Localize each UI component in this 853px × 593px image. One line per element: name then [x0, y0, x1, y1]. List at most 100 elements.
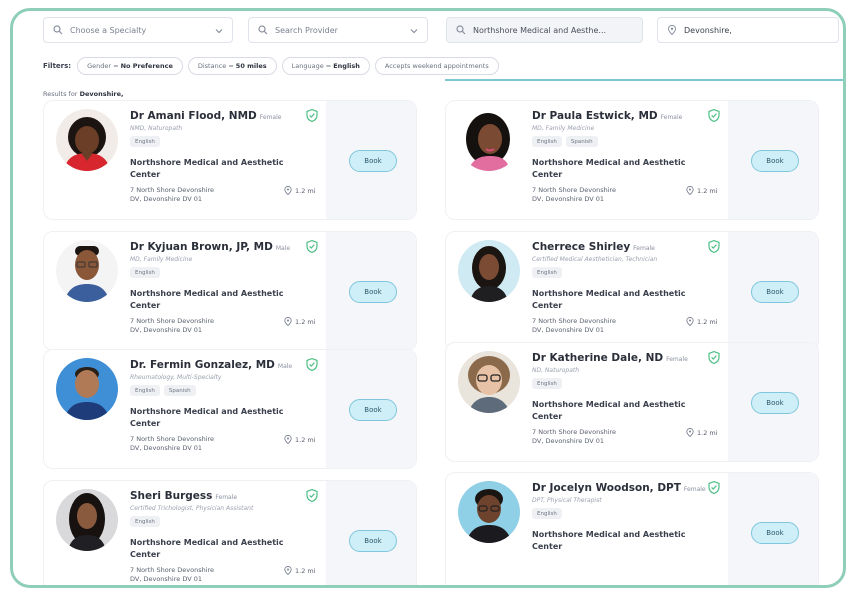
filters-bar: Filters: Gender = No Preference Distance… — [43, 56, 843, 76]
chevron-down-icon — [214, 26, 224, 36]
map-pin-icon — [686, 428, 694, 437]
filter-weekend-label: Accepts weekend appointments — [384, 62, 489, 70]
provider-name[interactable]: Dr. Fermin Gonzalez, MD Male — [130, 359, 292, 371]
clinic-name: Northshore Medical and Aesthetic Center — [130, 538, 284, 559]
app-frame: Choose a Specialty Search Provider North… — [10, 8, 846, 588]
results-prefix: Results for — [43, 90, 78, 98]
language-tag: English — [130, 136, 160, 147]
provider-gender: Female — [215, 494, 238, 501]
filter-gender-prefix: Gender = — [87, 62, 119, 70]
clinic-address: 7 North Shore Devonshire DV, Devonshire D… — [532, 186, 617, 203]
book-button[interactable]: Book — [349, 150, 397, 172]
city-value: Devonshire, — [684, 25, 732, 35]
map-pin-icon — [666, 24, 678, 36]
book-button[interactable]: Book — [751, 392, 799, 414]
provider-photo-icon — [458, 240, 520, 302]
distance: 1.2 mi — [686, 186, 718, 195]
clinic-address: 7 North Shore Devonshire DV, Devonshire D… — [130, 317, 215, 334]
chevron-down-icon — [409, 26, 419, 36]
language-tags: English — [532, 267, 566, 278]
provider-gender: Female — [259, 114, 282, 121]
provider-card[interactable]: Dr Amani Flood, NMD Female NMD, Naturopat… — [43, 100, 417, 220]
provider-card[interactable]: Sheri Burgess Female Certified Trichologi… — [43, 480, 417, 585]
verified-shield-icon — [306, 109, 318, 122]
filter-language-prefix: Language = — [291, 62, 332, 70]
provider-name[interactable]: Dr Katherine Dale, ND Female — [532, 352, 688, 364]
filter-distance-chip[interactable]: Distance = 50 miles — [187, 57, 277, 75]
distance: 1.2 mi — [284, 186, 316, 195]
clinic-address: 7 North Shore Devonshire DV, Devonshire D… — [532, 317, 617, 334]
provider-name[interactable]: Dr Amani Flood, NMD Female — [130, 110, 281, 122]
book-button[interactable]: Book — [349, 530, 397, 552]
filter-language-value: English — [333, 62, 360, 70]
language-tags: English — [130, 136, 164, 147]
provider-name[interactable]: Sheri Burgess Female — [130, 490, 237, 502]
distance: 1.2 mi — [284, 317, 316, 326]
location-value: Northshore Medical and Aesthe... — [473, 25, 607, 35]
provider-search-select[interactable]: Search Provider — [248, 17, 428, 43]
search-icon — [52, 24, 64, 36]
provider-name[interactable]: Cherrece Shirley Female — [532, 241, 655, 253]
provider-photo-icon — [458, 109, 520, 171]
provider-title: Rheumatology, Multi-Specialty — [130, 374, 222, 381]
provider-gender: Male — [277, 363, 293, 370]
language-tags: English Spanish — [532, 136, 602, 147]
verified-shield-icon — [708, 240, 720, 253]
book-button[interactable]: Book — [349, 399, 397, 421]
verified-shield-icon — [306, 240, 318, 253]
map-pin-icon — [686, 317, 694, 326]
provider-card[interactable]: Cherrece Shirley Female Certified Medical… — [445, 231, 819, 351]
book-button[interactable]: Book — [751, 522, 799, 544]
search-bar: Choose a Specialty Search Provider North… — [43, 17, 841, 45]
language-tag: English — [532, 508, 562, 519]
provider-card[interactable]: Dr Katherine Dale, ND Female ND, Naturopa… — [445, 342, 819, 462]
provider-name[interactable]: Dr Jocelyn Woodson, DPT Female — [532, 482, 706, 494]
provider-card[interactable]: Dr Kyjuan Brown, JP, MD Male MD, Family M… — [43, 231, 417, 351]
provider-card[interactable]: Dr. Fermin Gonzalez, MD Male Rheumatology… — [43, 349, 417, 469]
map-pin-icon — [284, 186, 292, 195]
provider-gender: Female — [633, 245, 655, 252]
specialty-placeholder: Choose a Specialty — [70, 25, 147, 35]
language-tag: Spanish — [565, 136, 598, 147]
language-tags: English — [532, 378, 566, 389]
clinic-name: Northshore Medical and Aesthetic Center — [532, 289, 686, 310]
city-input[interactable]: Devonshire, — [657, 17, 839, 43]
provider-photo-icon — [56, 240, 118, 302]
verified-shield-icon — [306, 489, 318, 502]
filter-gender-value: No Preference — [120, 62, 173, 70]
clinic-name: Northshore Medical and Aesthetic Center — [532, 530, 686, 551]
provider-title: Certified Medical Aesthetician, Technici… — [532, 256, 658, 263]
provider-name[interactable]: Dr Kyjuan Brown, JP, MD Male — [130, 241, 290, 253]
results-location: Devonshire, — [79, 90, 124, 98]
clinic-address: 7 North Shore Devonshire DV, Devonshire D… — [130, 186, 215, 203]
book-button[interactable]: Book — [751, 150, 799, 172]
provider-card[interactable]: Dr Jocelyn Woodson, DPT Female DPT, Physi… — [445, 472, 819, 585]
filter-distance-value: 50 miles — [235, 62, 267, 70]
provider-card[interactable]: Dr Paula Estwick, MD Female MD, Family Me… — [445, 100, 819, 220]
book-button[interactable]: Book — [349, 281, 397, 303]
specialty-select[interactable]: Choose a Specialty — [43, 17, 233, 43]
provider-name[interactable]: Dr Paula Estwick, MD Female — [532, 110, 682, 122]
distance: 1.2 mi — [686, 428, 718, 437]
filter-weekend-chip[interactable]: Accepts weekend appointments — [374, 57, 499, 75]
map-pin-icon — [284, 317, 292, 326]
clinic-address: 7 North Shore Devonshire DV, Devonshire D… — [532, 428, 617, 445]
provider-title: ND, Naturopath — [532, 367, 580, 374]
filter-language-chip[interactable]: Language = English — [281, 57, 370, 75]
location-search-input[interactable]: Northshore Medical and Aesthe... — [446, 17, 643, 43]
provider-photo-icon — [56, 358, 118, 420]
language-tag: English — [130, 267, 160, 278]
language-tag: English — [532, 136, 562, 147]
language-tag: English — [130, 516, 160, 527]
provider-title: MD, Family Medicine — [532, 125, 595, 132]
search-icon — [257, 24, 269, 36]
distance-value: 1.2 mi — [295, 435, 316, 444]
language-tags: English Spanish — [130, 385, 200, 396]
clinic-name: Northshore Medical and Aesthetic Center — [532, 158, 686, 179]
book-button[interactable]: Book — [751, 281, 799, 303]
provider-title: Certified Trichologist, Physician Assist… — [130, 505, 254, 512]
distance-value: 1.2 mi — [697, 428, 718, 437]
filters-label: Filters: — [43, 62, 72, 70]
filter-gender-chip[interactable]: Gender = No Preference — [77, 57, 183, 75]
distance: 1.2 mi — [284, 435, 316, 444]
